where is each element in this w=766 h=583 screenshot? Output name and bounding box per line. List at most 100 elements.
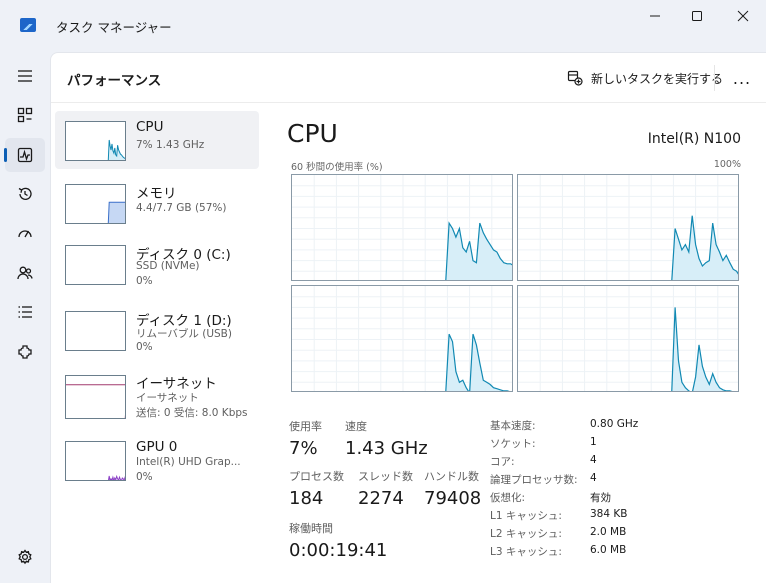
processes-icon <box>17 107 33 123</box>
resource-throughput: 送信: 0 受信: 8.0 Kbps <box>136 407 248 419</box>
page-title: パフォーマンス <box>67 73 162 89</box>
main-panel: パフォーマンス 新しいタスクを実行する ... CPU 7% 1.43 GHz … <box>50 52 766 583</box>
task-manager-app-icon <box>20 18 36 32</box>
usage-label: 使用率 <box>289 420 322 433</box>
cpu-detail-pane: CPU Intel(R) N100 60 秒間の使用率 (%) 100% 使用率… <box>287 111 757 581</box>
usage-area <box>66 407 126 419</box>
resource-detail: Intel(R) UHD Grap... <box>136 456 241 468</box>
resource-item-ethernet[interactable]: イーサネット イーサネット 送信: 0 受信: 8.0 Kbps <box>55 367 259 425</box>
speed-label: 速度 <box>345 420 367 433</box>
details-icon <box>18 306 32 318</box>
usage-line <box>108 474 125 480</box>
app-history-icon <box>18 187 32 200</box>
close-button[interactable] <box>720 0 766 32</box>
spec-base-speed-label: 基本速度: <box>490 420 536 432</box>
resource-usage: 0% <box>136 341 153 353</box>
ethernet-thumbnail-graph <box>65 375 126 419</box>
resource-item-disk-0[interactable]: ディスク 0 (C:) SSD (NVMe) 0% <box>55 235 259 293</box>
nav-services[interactable] <box>5 335 45 369</box>
resource-detail: リムーバブル (USB) <box>136 328 232 340</box>
resource-item-memory[interactable]: メモリ 4.4/7.7 GB (57%) <box>55 174 259 232</box>
resource-item-cpu[interactable]: CPU 7% 1.43 GHz <box>55 111 259 169</box>
startup-icon <box>18 230 32 238</box>
resource-name: GPU 0 <box>136 439 178 455</box>
minimize-icon <box>650 15 660 17</box>
speed-value: 1.43 GHz <box>345 438 428 459</box>
spec-sockets-value: 1 <box>590 436 597 448</box>
handles-value: 79408 <box>424 488 482 509</box>
threads-label: スレッド数 <box>358 470 413 483</box>
hamburger-icon <box>18 70 32 82</box>
new-task-icon <box>567 70 583 86</box>
resource-name: メモリ <box>136 186 177 202</box>
disk1-thumbnail-graph <box>65 311 126 351</box>
performance-icon <box>17 147 33 163</box>
title-bar: タスク マネージャー <box>0 0 766 52</box>
resource-name: イーサネット <box>136 376 217 392</box>
threads-value: 2274 <box>358 488 404 509</box>
uptime-label: 稼働時間 <box>289 522 333 535</box>
nav-users[interactable] <box>5 256 45 290</box>
processes-value: 184 <box>289 488 324 509</box>
nav-settings[interactable] <box>5 540 45 574</box>
spec-base-speed-value: 0.80 GHz <box>590 418 639 430</box>
menu-toggle-button[interactable] <box>5 59 45 93</box>
resource-item-disk-1[interactable]: ディスク 1 (D:) リムーバブル (USB) 0% <box>55 301 259 359</box>
cpu-thumbnail-chart <box>107 139 125 160</box>
page-header: パフォーマンス 新しいタスクを実行する ... <box>51 53 766 103</box>
core-1-chart <box>518 175 738 280</box>
uptime-value: 0:00:19:41 <box>289 540 388 561</box>
resource-detail: 4.4/7.7 GB (57%) <box>136 202 227 214</box>
gpu-thumbnail-graph <box>65 441 126 481</box>
spec-l2-cache-value: 2.0 MB <box>590 526 627 538</box>
disk0-thumbnail-chart <box>66 246 126 285</box>
resource-usage: 0% <box>136 275 153 287</box>
core-3-chart <box>518 286 738 391</box>
core-2-chart <box>292 286 512 391</box>
minimize-button[interactable] <box>632 0 678 32</box>
disk0-thumbnail-graph <box>65 245 126 285</box>
window-title: タスク マネージャー <box>56 20 172 35</box>
settings-icon <box>18 549 32 565</box>
usage-line <box>124 414 125 418</box>
nav-processes[interactable] <box>5 98 45 132</box>
core-2-graph <box>291 285 513 392</box>
spec-virtualization-label: 仮想化: <box>490 492 526 504</box>
spec-l1-cache-label: L1 キャッシュ: <box>490 510 562 522</box>
cpu-thumbnail-graph <box>65 121 126 161</box>
navigation-sidebar <box>0 52 50 583</box>
run-new-task-button[interactable]: 新しいタスクを実行する <box>567 65 723 91</box>
nav-startup-apps[interactable] <box>5 216 45 250</box>
processes-label: プロセス数 <box>289 470 344 483</box>
cpu-model: Intel(R) N100 <box>647 131 741 147</box>
header-divider <box>714 65 715 91</box>
nav-app-history[interactable] <box>5 177 45 211</box>
close-icon <box>737 10 749 22</box>
spec-logical-processors-value: 4 <box>590 472 597 484</box>
nav-performance[interactable] <box>4 138 45 172</box>
memory-thumbnail-graph <box>65 184 126 224</box>
gpu-thumbnail-chart <box>108 474 125 480</box>
run-new-task-label: 新しいタスクを実行する <box>591 71 724 86</box>
resource-name: CPU <box>136 119 164 135</box>
users-icon <box>17 266 33 280</box>
spec-cores-label: コア: <box>490 456 515 468</box>
maximize-icon <box>692 11 702 21</box>
core-0-graph <box>291 174 513 281</box>
memory-thumbnail-chart <box>107 201 125 223</box>
core-3-graph <box>517 285 739 392</box>
spec-cores-value: 4 <box>590 454 597 466</box>
resource-detail: イーサネット <box>136 392 199 404</box>
resource-item-gpu[interactable]: GPU 0 Intel(R) UHD Grap... 0% <box>55 431 259 489</box>
core-0-chart <box>292 175 512 280</box>
spec-l2-cache-label: L2 キャッシュ: <box>490 528 562 540</box>
nav-details[interactable] <box>5 295 45 329</box>
services-icon <box>18 345 32 359</box>
maximize-button[interactable] <box>674 0 720 32</box>
spec-virtualization-value: 有効 <box>590 492 611 504</box>
more-options-button[interactable]: ... <box>727 65 757 91</box>
graph-max-label: 100% <box>713 159 741 170</box>
spec-l3-cache-value: 6.0 MB <box>590 544 627 556</box>
handles-label: ハンドル数 <box>424 470 479 483</box>
resource-usage: 0% <box>136 471 153 483</box>
